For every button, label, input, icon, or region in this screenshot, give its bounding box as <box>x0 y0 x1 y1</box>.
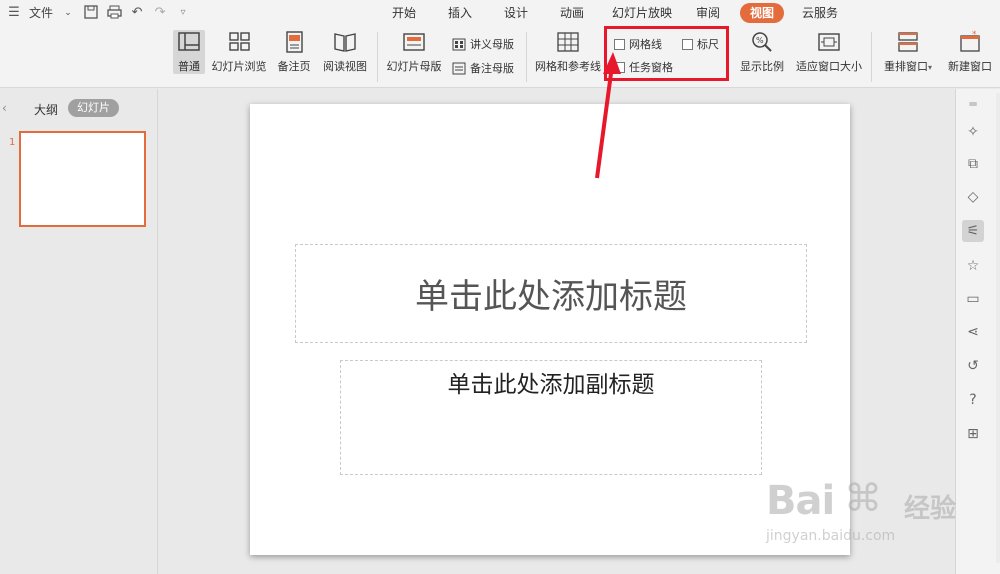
watermark-url: jingyan.baidu.com <box>766 528 896 544</box>
watermark-brand-cn: 经验 <box>904 494 957 524</box>
watermark-brand: Bai <box>766 478 835 524</box>
baidu-watermark: Bai ⌘ 经验 jingyan.baidu.com <box>766 470 1000 560</box>
paw-icon: ⌘ <box>844 476 882 520</box>
